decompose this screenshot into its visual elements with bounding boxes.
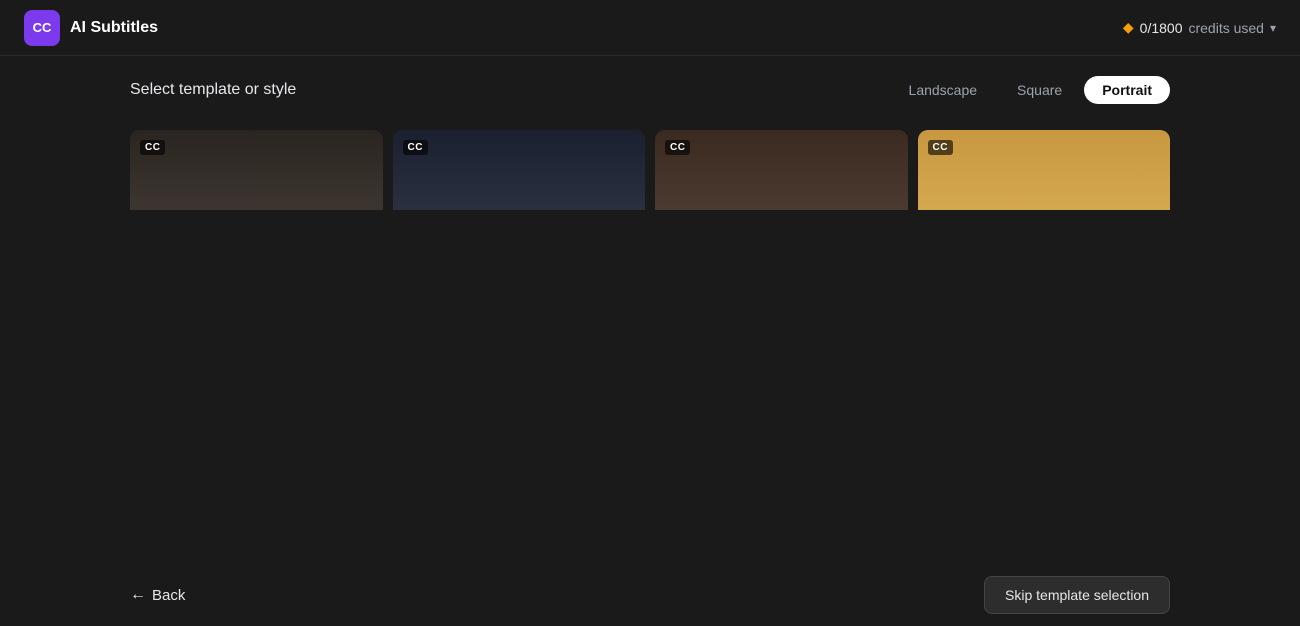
- skip-template-button[interactable]: Skip template selection: [984, 576, 1170, 614]
- main-content: Select template or style Landscape Squar…: [0, 56, 1300, 626]
- thumbnail-6: CC: [393, 130, 646, 210]
- cc-badge-5: CC: [140, 140, 165, 155]
- header-brand: CC AI Subtitles: [24, 10, 158, 46]
- back-button[interactable]: ← Back: [130, 586, 185, 604]
- template-card-8[interactable]: CC: [918, 130, 1171, 210]
- template-card-6[interactable]: CC: [393, 130, 646, 210]
- chevron-down-icon: ▾: [1270, 21, 1276, 35]
- cc-badge-7: CC: [665, 140, 690, 155]
- tab-landscape[interactable]: Landscape: [891, 76, 996, 104]
- template-grid-row2: CC CC CC CC: [130, 130, 1170, 210]
- credits-display[interactable]: ◆ 0/1800 credits used ▾: [1123, 19, 1276, 36]
- cc-badge-6: CC: [403, 140, 428, 155]
- thumbnail-5: CC: [130, 130, 383, 210]
- back-arrow-icon: ←: [130, 586, 146, 604]
- back-label: Back: [152, 587, 185, 604]
- cc-badge-8: CC: [928, 140, 953, 155]
- toolbar: Select template or style Landscape Squar…: [130, 76, 1170, 104]
- credits-used-label: credits used: [1188, 20, 1263, 36]
- orientation-tabs: Landscape Square Portrait: [891, 76, 1170, 104]
- app-logo: CC: [24, 10, 60, 46]
- credits-count: 0/1800: [1140, 20, 1183, 36]
- template-card-7[interactable]: CC: [655, 130, 908, 210]
- bottom-bar: ← Back Skip template selection: [130, 564, 1170, 626]
- thumbnail-8: CC: [918, 130, 1171, 210]
- diamond-icon: ◆: [1123, 19, 1134, 36]
- thumbnail-7: CC: [655, 130, 908, 210]
- section-title: Select template or style: [130, 81, 296, 99]
- app-title: AI Subtitles: [70, 19, 158, 37]
- app-header: CC AI Subtitles ◆ 0/1800 credits used ▾: [0, 0, 1300, 56]
- tab-square[interactable]: Square: [999, 76, 1080, 104]
- template-card-5[interactable]: CC: [130, 130, 383, 210]
- template-grid-wrapper: CC ✦ THIS ▶ 👑 CC I LOVE AFFI: [130, 120, 1170, 556]
- tab-portrait[interactable]: Portrait: [1084, 76, 1170, 104]
